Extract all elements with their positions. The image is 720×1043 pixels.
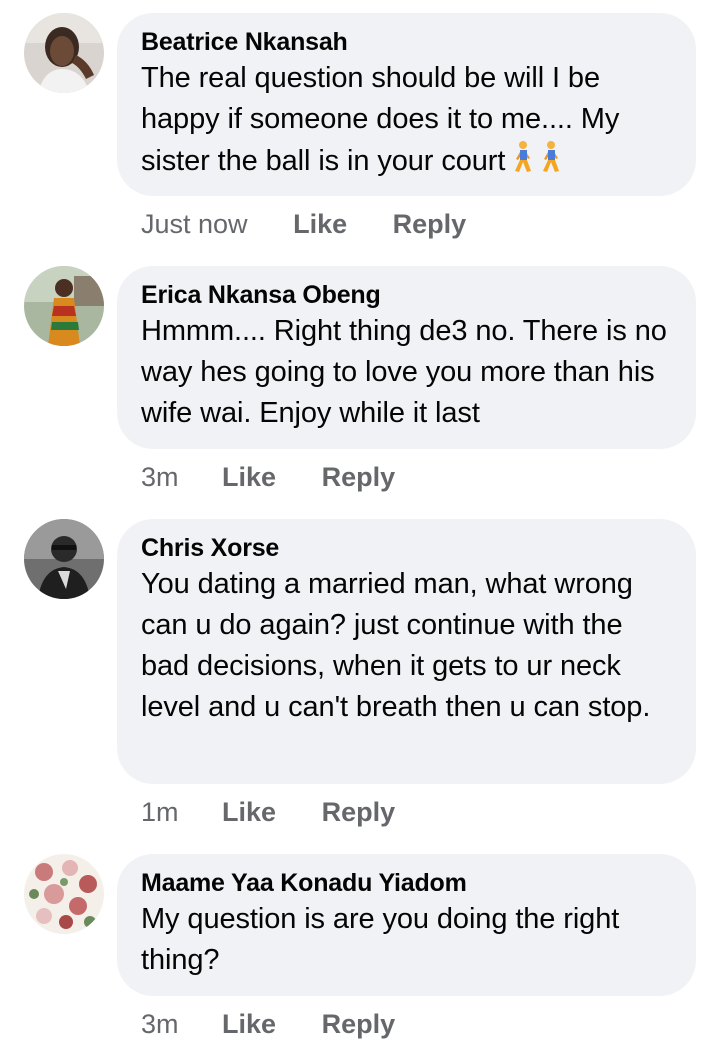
reply-button[interactable]: Reply [393, 208, 467, 240]
avatar[interactable] [24, 519, 104, 599]
reply-button[interactable]: Reply [322, 796, 396, 828]
comment-author[interactable]: Erica Nkansa Obeng [141, 280, 676, 310]
comment-timestamp[interactable]: 1m [141, 796, 179, 828]
comment-bubble: Beatrice Nkansah The real question shoul… [117, 13, 696, 196]
comment-author[interactable]: Chris Xorse [141, 533, 676, 563]
like-button[interactable]: Like [222, 1008, 276, 1040]
avatar[interactable] [24, 13, 104, 93]
comment-text: The real question should be will I be ha… [141, 58, 676, 182]
comment-bubble: Erica Nkansa Obeng Hmmm.... Right thing … [117, 266, 696, 449]
person-walking-icon [511, 140, 533, 174]
comment-bubble: Maame Yaa Konadu Yiadom My question is a… [117, 854, 696, 996]
comment-text: You dating a married man, what wrong can… [141, 568, 651, 723]
comment-actions: Just now Like Reply [141, 208, 466, 240]
comment-timestamp[interactable]: 3m [141, 461, 179, 493]
comment-actions: 1m Like Reply [141, 796, 395, 828]
comment-timestamp[interactable]: 3m [141, 1008, 179, 1040]
like-button[interactable]: Like [222, 796, 276, 828]
avatar[interactable] [24, 854, 104, 934]
comment-text: Hmmm.... Right thing de3 no. There is no… [141, 315, 667, 429]
comment-bubble: Chris Xorse You dating a married man, wh… [117, 519, 696, 784]
person-walking-icon [539, 140, 561, 174]
comment-author[interactable]: Beatrice Nkansah [141, 27, 676, 57]
like-button[interactable]: Like [293, 208, 347, 240]
reply-button[interactable]: Reply [322, 1008, 396, 1040]
comment-actions: 3m Like Reply [141, 1008, 395, 1040]
comment-timestamp[interactable]: Just now [141, 208, 248, 240]
comment-text: My question is are you doing the right t… [141, 903, 620, 976]
like-button[interactable]: Like [222, 461, 276, 493]
reply-button[interactable]: Reply [322, 461, 396, 493]
comment-actions: 3m Like Reply [141, 461, 395, 493]
avatar[interactable] [24, 266, 104, 346]
comment-author[interactable]: Maame Yaa Konadu Yiadom [141, 868, 676, 898]
